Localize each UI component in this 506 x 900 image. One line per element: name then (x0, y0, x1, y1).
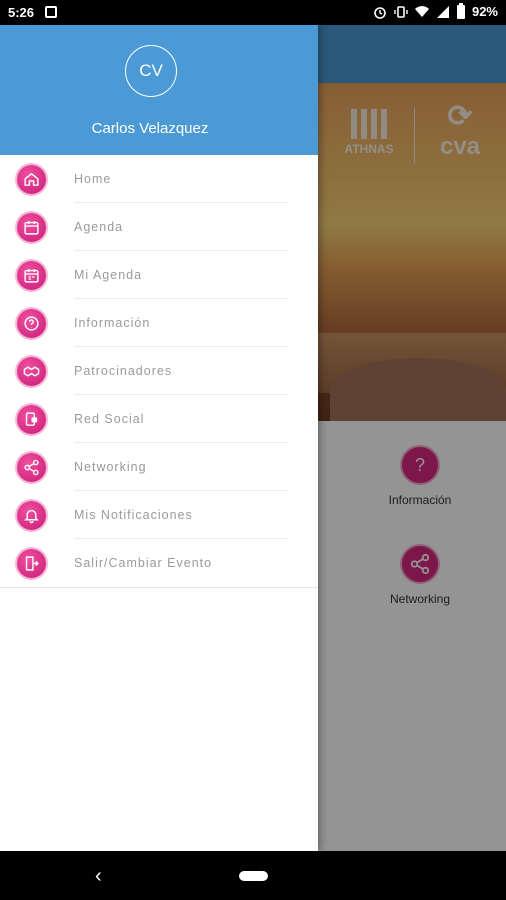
back-icon[interactable]: ‹ (95, 865, 102, 888)
navigation-drawer: CV Carlos Velazquez Home Agenda Mi Agend… (0, 25, 318, 851)
handshake-icon (17, 357, 46, 386)
battery-level: 92% (471, 4, 498, 19)
system-nav-bar: ‹ (0, 851, 506, 900)
menu-item-agenda[interactable]: Agenda (0, 203, 318, 251)
menu-item-label: Información (74, 316, 151, 330)
signal-icon (436, 5, 449, 18)
menu-item-networking[interactable]: Networking (0, 443, 318, 491)
menu-item-home[interactable]: Home (0, 155, 318, 203)
exit-icon (17, 549, 46, 578)
social-icon (17, 405, 46, 434)
bell-icon (17, 501, 46, 530)
notification-icon (45, 6, 57, 18)
menu-item-patrocinadores[interactable]: Patrocinadores (0, 347, 318, 395)
share-icon (17, 453, 46, 482)
menu-item-label: Home (74, 172, 112, 186)
menu-item-red-social[interactable]: Red Social (0, 395, 318, 443)
vibrate-icon (394, 5, 408, 18)
avatar[interactable]: CV (125, 45, 177, 97)
wifi-icon (414, 5, 429, 17)
battery-icon (456, 2, 465, 19)
menu-item-label: Mi Agenda (74, 268, 143, 282)
menu-item-informacion[interactable]: Información (0, 299, 318, 347)
status-icons: 92% (373, 2, 498, 19)
menu-item-label: Mis Notificaciones (74, 508, 193, 522)
drawer-header: CV Carlos Velazquez (0, 25, 318, 155)
menu-item-label: Red Social (74, 412, 145, 426)
menu-item-salir-cambiar-evento[interactable]: Salir/Cambiar Evento (0, 539, 318, 587)
my-calendar-icon (17, 261, 46, 290)
status-time: 5:26 (8, 5, 35, 20)
menu-item-mi-agenda[interactable]: Mi Agenda (0, 251, 318, 299)
drawer-menu: Home Agenda Mi Agenda Información Patroc… (0, 155, 318, 588)
question-icon (17, 309, 46, 338)
menu-item-mis-notificaciones[interactable]: Mis Notificaciones (0, 491, 318, 539)
menu-item-label: Patrocinadores (74, 364, 173, 378)
menu-item-label: Salir/Cambiar Evento (74, 556, 213, 570)
calendar-icon (17, 213, 46, 242)
home-pill-icon[interactable] (239, 871, 268, 881)
user-name: Carlos Velazquez (91, 120, 209, 137)
alarm-icon (374, 6, 386, 19)
status-bar: 5:26 92% (0, 0, 506, 25)
home-icon (17, 165, 46, 194)
menu-item-label: Networking (74, 460, 147, 474)
menu-item-label: Agenda (74, 220, 124, 234)
